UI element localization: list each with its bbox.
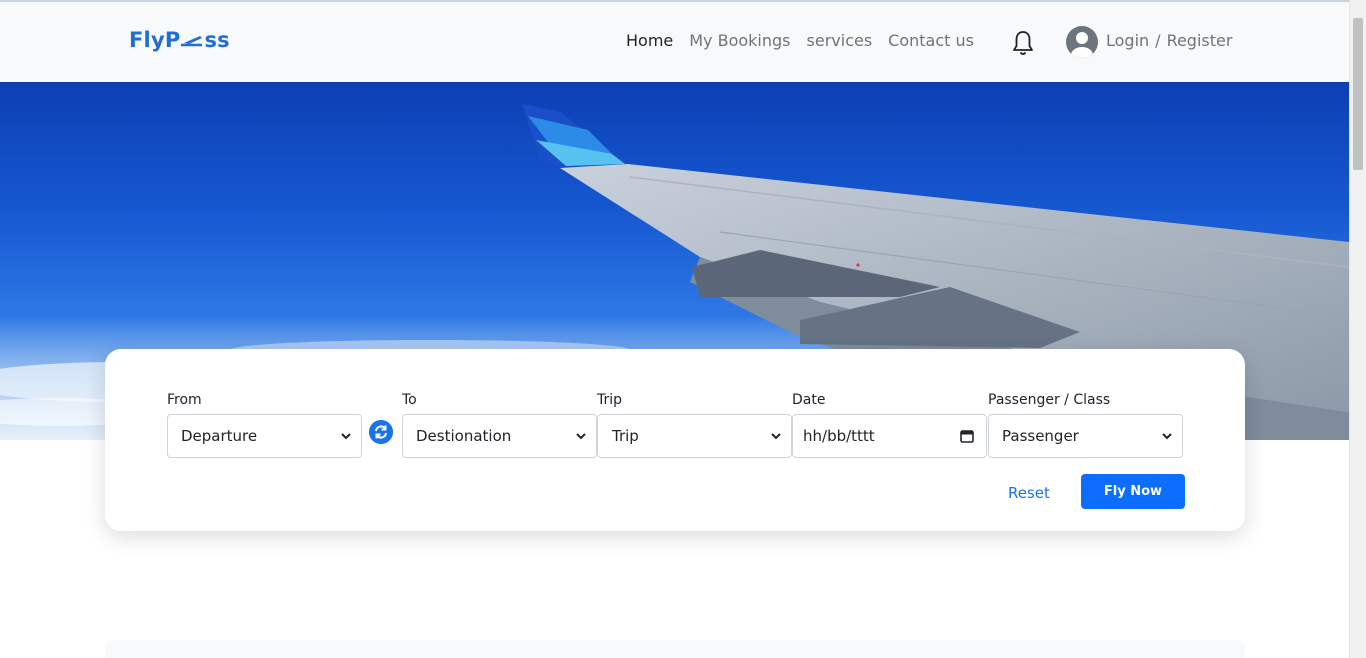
from-select-value: Departure bbox=[181, 427, 258, 445]
auth-separator: / bbox=[1155, 31, 1161, 50]
passenger-class-label: Passenger / Class bbox=[988, 392, 1111, 408]
chevron-down-icon bbox=[341, 433, 351, 440]
trip-select-value: Trip bbox=[612, 427, 639, 445]
register-link[interactable]: Register bbox=[1167, 31, 1233, 50]
swap-icon[interactable] bbox=[369, 420, 393, 444]
fly-now-button[interactable]: Fly Now bbox=[1081, 474, 1185, 509]
main-nav: Home My Bookings services Contact us bbox=[626, 31, 974, 50]
auth-links: Login / Register bbox=[1106, 31, 1232, 50]
date-input-value: hh/bb/tttt bbox=[803, 427, 875, 445]
passenger-class-select[interactable]: Passenger bbox=[988, 414, 1183, 458]
content-section bbox=[105, 640, 1245, 658]
page-scrollbar[interactable] bbox=[1349, 0, 1366, 658]
navbar: FlyP ss Home My Bookings services Contact… bbox=[0, 2, 1349, 82]
nav-bookings-link[interactable]: My Bookings bbox=[689, 31, 790, 50]
nav-services-link[interactable]: services bbox=[807, 31, 873, 50]
to-select-value: Destionation bbox=[416, 427, 512, 445]
scrollbar-thumb[interactable] bbox=[1353, 18, 1363, 170]
chevron-down-icon bbox=[1162, 433, 1172, 440]
brand-text-start: FlyP bbox=[129, 28, 181, 52]
plane-logo-icon bbox=[181, 36, 203, 47]
user-avatar-icon[interactable] bbox=[1066, 26, 1098, 58]
login-link[interactable]: Login bbox=[1106, 31, 1149, 50]
trip-label: Trip bbox=[597, 392, 623, 408]
bell-icon[interactable] bbox=[1011, 29, 1035, 57]
from-select[interactable]: Departure bbox=[167, 414, 362, 458]
to-label: To bbox=[402, 392, 417, 408]
reset-button[interactable]: Reset bbox=[1008, 484, 1050, 502]
flight-search-card: From Departure To Destionation Trip Trip… bbox=[105, 349, 1245, 531]
chevron-down-icon bbox=[576, 433, 586, 440]
from-label: From bbox=[167, 392, 202, 408]
nav-home-link[interactable]: Home bbox=[626, 31, 673, 50]
brand-text-end: ss bbox=[204, 28, 230, 52]
to-select[interactable]: Destionation bbox=[402, 414, 597, 458]
date-label: Date bbox=[792, 392, 826, 408]
date-input[interactable]: hh/bb/tttt bbox=[792, 414, 987, 458]
calendar-icon[interactable] bbox=[960, 429, 974, 443]
passenger-select-value: Passenger bbox=[1002, 427, 1079, 445]
brand-logo[interactable]: FlyP ss bbox=[129, 28, 230, 52]
trip-select[interactable]: Trip bbox=[597, 414, 792, 458]
nav-contact-link[interactable]: Contact us bbox=[888, 31, 974, 50]
chevron-down-icon bbox=[771, 433, 781, 440]
